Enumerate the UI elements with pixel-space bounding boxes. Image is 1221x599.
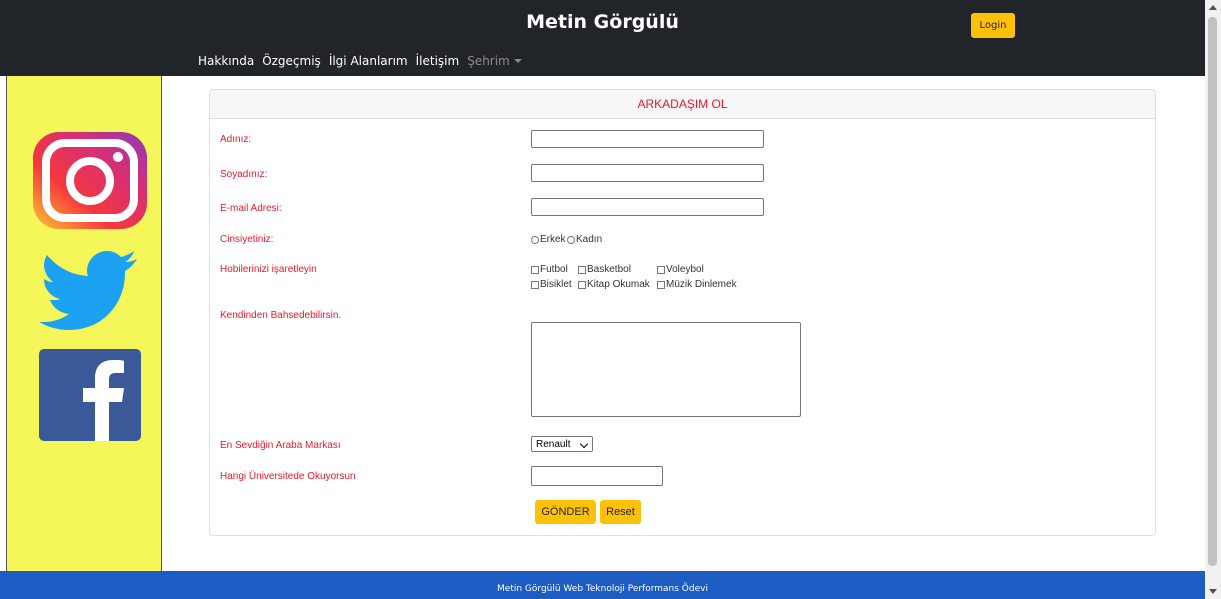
last-name-label: Soyadınız: — [220, 169, 268, 180]
university-label: Hangi Üniversitede Okuyorsun — [220, 471, 356, 482]
gender-label: Cinsiyetiniz: — [220, 234, 274, 245]
radio-kadin[interactable] — [567, 235, 575, 244]
nav-item-sehrim-label: Şehrim — [467, 54, 510, 68]
login-button[interactable]: Login — [971, 13, 1015, 38]
form-title: ARKADAŞIM OL — [210, 90, 1155, 119]
email-input[interactable] — [531, 198, 764, 216]
radio-erkek[interactable] — [531, 235, 539, 244]
submit-button[interactable]: GÖNDER — [535, 500, 596, 524]
hobby-label: Müzik Dinlemek — [666, 279, 737, 290]
checkbox-basketbol[interactable] — [578, 265, 586, 274]
checkbox-voleybol[interactable] — [657, 265, 665, 274]
nav-item-ozgecmis[interactable]: Özgeçmiş — [262, 54, 321, 68]
nav-item-ilgi-alanlarim[interactable]: İlgi Alanlarım — [329, 54, 408, 68]
caret-down-icon — [513, 59, 522, 63]
hobby-label: Kitap Okumak — [587, 279, 650, 290]
vertical-scrollbar[interactable] — [1205, 0, 1221, 599]
email-label: E-mail Adresi: — [220, 203, 282, 214]
gender-option-label: Kadın — [576, 234, 603, 245]
university-input[interactable] — [531, 466, 663, 486]
friend-form-card: ARKADAŞIM OL Adınız: Soyadınız: E-mail A… — [209, 89, 1156, 536]
about-label: Kendinden Bahsedebilirsin. — [220, 310, 342, 321]
facebook-icon[interactable] — [39, 349, 141, 441]
car-brand-select[interactable]: Renault — [531, 436, 593, 452]
nav-item-hakkinda[interactable]: Hakkında — [198, 54, 254, 68]
first-name-input[interactable] — [531, 130, 764, 148]
nav-item-sehrim-dropdown[interactable]: Şehrim — [467, 54, 522, 68]
hobby-muzik-dinlemek[interactable]: Müzik Dinlemek — [657, 279, 737, 290]
hobbies-label: Hobilerinizi işaretleyin — [220, 264, 317, 275]
site-title: Metin Görgülü — [526, 11, 679, 33]
checkbox-futbol[interactable] — [531, 265, 539, 274]
nav-menu: Hakkında Özgeçmiş İlgi Alanlarım İletişi… — [198, 51, 530, 71]
footer-text: Metin Görgülü Web Teknoloji Performans Ö… — [497, 584, 708, 594]
last-name-input[interactable] — [531, 164, 764, 182]
reset-button[interactable]: Reset — [600, 500, 641, 524]
car-brand-selected: Renault — [536, 438, 571, 450]
navbar: Metin Görgülü Login Hakkında Özgeçmiş İl… — [0, 0, 1205, 76]
checkbox-kitap-okumak[interactable] — [578, 280, 586, 289]
scrollbar-thumb[interactable] — [1208, 17, 1217, 566]
page: Metin Görgülü Login Hakkında Özgeçmiş İl… — [0, 0, 1205, 599]
gender-option-erkek[interactable]: Erkek — [531, 234, 566, 245]
checkbox-muzik-dinlemek[interactable] — [657, 280, 665, 289]
hobby-label: Futbol — [540, 264, 568, 275]
about-textarea[interactable] — [531, 322, 801, 417]
gender-option-label: Erkek — [540, 234, 566, 245]
hobby-kitap-okumak[interactable]: Kitap Okumak — [578, 279, 650, 290]
car-brand-label: En Sevdiğin Araba Markası — [220, 440, 341, 451]
social-sidebar — [6, 76, 162, 572]
hobby-label: Voleybol — [666, 264, 704, 275]
hobby-label: Bisiklet — [540, 279, 572, 290]
footer: Metin Görgülü Web Teknoloji Performans Ö… — [0, 571, 1205, 599]
scroll-up-arrow-icon[interactable] — [1209, 5, 1217, 10]
instagram-icon[interactable] — [31, 130, 149, 231]
scroll-down-arrow-icon[interactable] — [1209, 589, 1217, 594]
twitter-icon[interactable] — [39, 250, 139, 330]
hobby-bisiklet[interactable]: Bisiklet — [531, 279, 572, 290]
hobby-label: Basketbol — [587, 264, 631, 275]
nav-item-iletisim[interactable]: İletişim — [416, 54, 460, 68]
chevron-down-icon — [579, 439, 589, 449]
gender-option-kadin[interactable]: Kadın — [567, 234, 602, 245]
hobby-futbol[interactable]: Futbol — [531, 264, 568, 275]
first-name-label: Adınız: — [220, 134, 252, 145]
hobby-basketbol[interactable]: Basketbol — [578, 264, 631, 275]
checkbox-bisiklet[interactable] — [531, 280, 539, 289]
hobby-voleybol[interactable]: Voleybol — [657, 264, 704, 275]
